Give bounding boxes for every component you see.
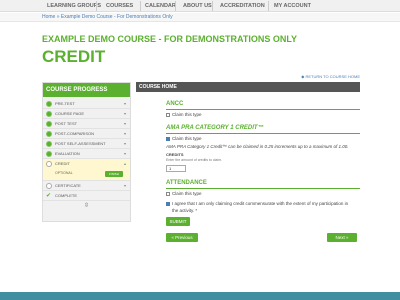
breadcrumb-bar: Home » Example Demo Course - For Demonst… [0, 13, 400, 22]
progress-item-label: EVALUATION [55, 151, 80, 156]
course-progress-panel: COURSE PROGRESS PRE-TEST ▾ COURSE PAGE ▾… [42, 82, 131, 222]
ancc-claim-label: Claim this type [172, 112, 202, 117]
status-dot-icon [46, 161, 52, 167]
chevron-up-icon: ▴ [123, 161, 126, 166]
status-dot-icon [46, 141, 52, 147]
previous-button[interactable]: « Previous [166, 233, 198, 242]
progress-item-post-test[interactable]: POST TEST ▾ [43, 119, 130, 129]
attestation-label-continued: the activity. * [172, 208, 198, 213]
next-button[interactable]: Next » [327, 233, 357, 242]
course-progress-heading: COURSE PROGRESS [43, 83, 130, 97]
breadcrumb[interactable]: Home » Example Demo Course - For Demonst… [42, 13, 173, 22]
expand-icon[interactable]: ⇳ [43, 201, 130, 211]
nav-my-account[interactable]: MY ACCOUNT [274, 0, 311, 12]
section-divider [166, 188, 360, 189]
section-divider [166, 109, 360, 110]
chevron-down-icon: ▾ [123, 131, 126, 136]
progress-item-label: POST TEST [55, 121, 78, 126]
status-dot-icon [46, 151, 52, 157]
progress-item-course-page[interactable]: COURSE PAGE ▾ [43, 109, 130, 119]
progress-item-label: COURSE PAGE [55, 111, 85, 116]
ama-claim-checkbox[interactable]: Claim this type [166, 136, 202, 141]
chevron-down-icon: ▾ [123, 101, 126, 106]
chevron-down-icon: ▾ [123, 111, 126, 116]
chevron-down-icon: ▾ [123, 121, 126, 126]
progress-item-post-comparison[interactable]: POST-COMPARISON ▾ [43, 129, 130, 139]
progress-item-credit[interactable]: CREDIT ▴ OPTIONAL FINISH [43, 159, 130, 181]
progress-item-label: POST-COMPARISON [55, 131, 95, 136]
return-link-label: RETURN TO COURSE HOME [305, 74, 360, 79]
checkmark-icon: ✔ [46, 193, 52, 199]
credits-input[interactable]: 1 [166, 165, 186, 172]
status-dot-icon [46, 111, 52, 117]
credits-help: Enter the amount of credits to claim. [166, 158, 223, 162]
checkbox-checked-icon [166, 136, 170, 141]
ama-section-title: AMA PRA CATEGORY 1 CREDIT™ [166, 125, 264, 131]
finish-button[interactable]: FINISH [105, 171, 123, 177]
nav-courses[interactable]: COURSES [106, 0, 133, 12]
progress-item-complete[interactable]: ✔ COMPLETE [43, 191, 130, 201]
credits-label: CREDITS [166, 152, 184, 157]
attendance-claim-label: Claim this type [172, 191, 202, 196]
nav-learning-groups[interactable]: LEARNING GROUPS [47, 0, 101, 12]
ama-claim-label: Claim this type [172, 136, 202, 141]
status-dot-icon [46, 101, 52, 107]
progress-item-certificate[interactable]: CERTIFICATE ▾ [43, 181, 130, 191]
nav-divider [96, 1, 97, 11]
nav-divider [268, 1, 269, 11]
progress-item-post-self-assessment[interactable]: POST SELF-ASSESSMENT ▾ [43, 139, 130, 149]
progress-item-label: POST SELF-ASSESSMENT [55, 141, 106, 146]
status-dot-icon [46, 183, 52, 189]
nav-divider [212, 1, 213, 11]
page-title: CREDIT [42, 47, 106, 66]
progress-item-label: COMPLETE [55, 193, 78, 198]
ama-description: AMA PRA Category 1 Credit™ can be claime… [166, 144, 349, 149]
progress-item-pre-test[interactable]: PRE-TEST ▾ [43, 99, 130, 109]
chevron-down-icon: ▾ [123, 183, 126, 188]
checkbox-icon [166, 112, 170, 117]
checkbox-checked-icon [166, 201, 170, 206]
chevron-down-icon: ▾ [123, 141, 126, 146]
status-dot-icon [46, 131, 52, 137]
checkbox-icon [166, 191, 170, 196]
nav-calendar[interactable]: CALENDAR [145, 0, 176, 12]
attestation-label: I agree that I am only claiming credit c… [172, 201, 349, 206]
footer-bar [0, 292, 400, 300]
top-navigation: LEARNING GROUPS COURSES CALENDAR ABOUT U… [0, 0, 400, 12]
chevron-down-icon: ▾ [123, 151, 126, 156]
return-to-course-home-link[interactable]: ◆ RETURN TO COURSE HOME [301, 74, 360, 79]
progress-item-evaluation[interactable]: EVALUATION ▾ [43, 149, 130, 159]
ancc-section-title: ANCC [166, 101, 184, 107]
submit-button[interactable]: SUBMIT [166, 217, 190, 226]
course-title: EXAMPLE DEMO COURSE - FOR DEMONSTRATIONS… [42, 34, 298, 44]
attendance-section-title: ATTENDANCE [166, 180, 207, 186]
attestation-checkbox[interactable]: I agree that I am only claiming credit c… [166, 201, 348, 206]
progress-item-label: PRE-TEST [55, 101, 75, 106]
course-home-header: COURSE HOME [136, 82, 360, 92]
nav-about-us[interactable]: ABOUT US [183, 0, 212, 12]
status-dot-icon [46, 121, 52, 127]
progress-item-label: CERTIFICATE [55, 183, 81, 188]
optional-label: OPTIONAL [55, 171, 73, 175]
nav-divider [175, 1, 176, 11]
section-divider [166, 133, 360, 134]
ancc-claim-checkbox[interactable]: Claim this type [166, 112, 202, 117]
nav-divider [140, 1, 141, 11]
nav-accreditation[interactable]: ACCREDITATION [220, 0, 265, 12]
attendance-claim-checkbox[interactable]: Claim this type [166, 191, 202, 196]
